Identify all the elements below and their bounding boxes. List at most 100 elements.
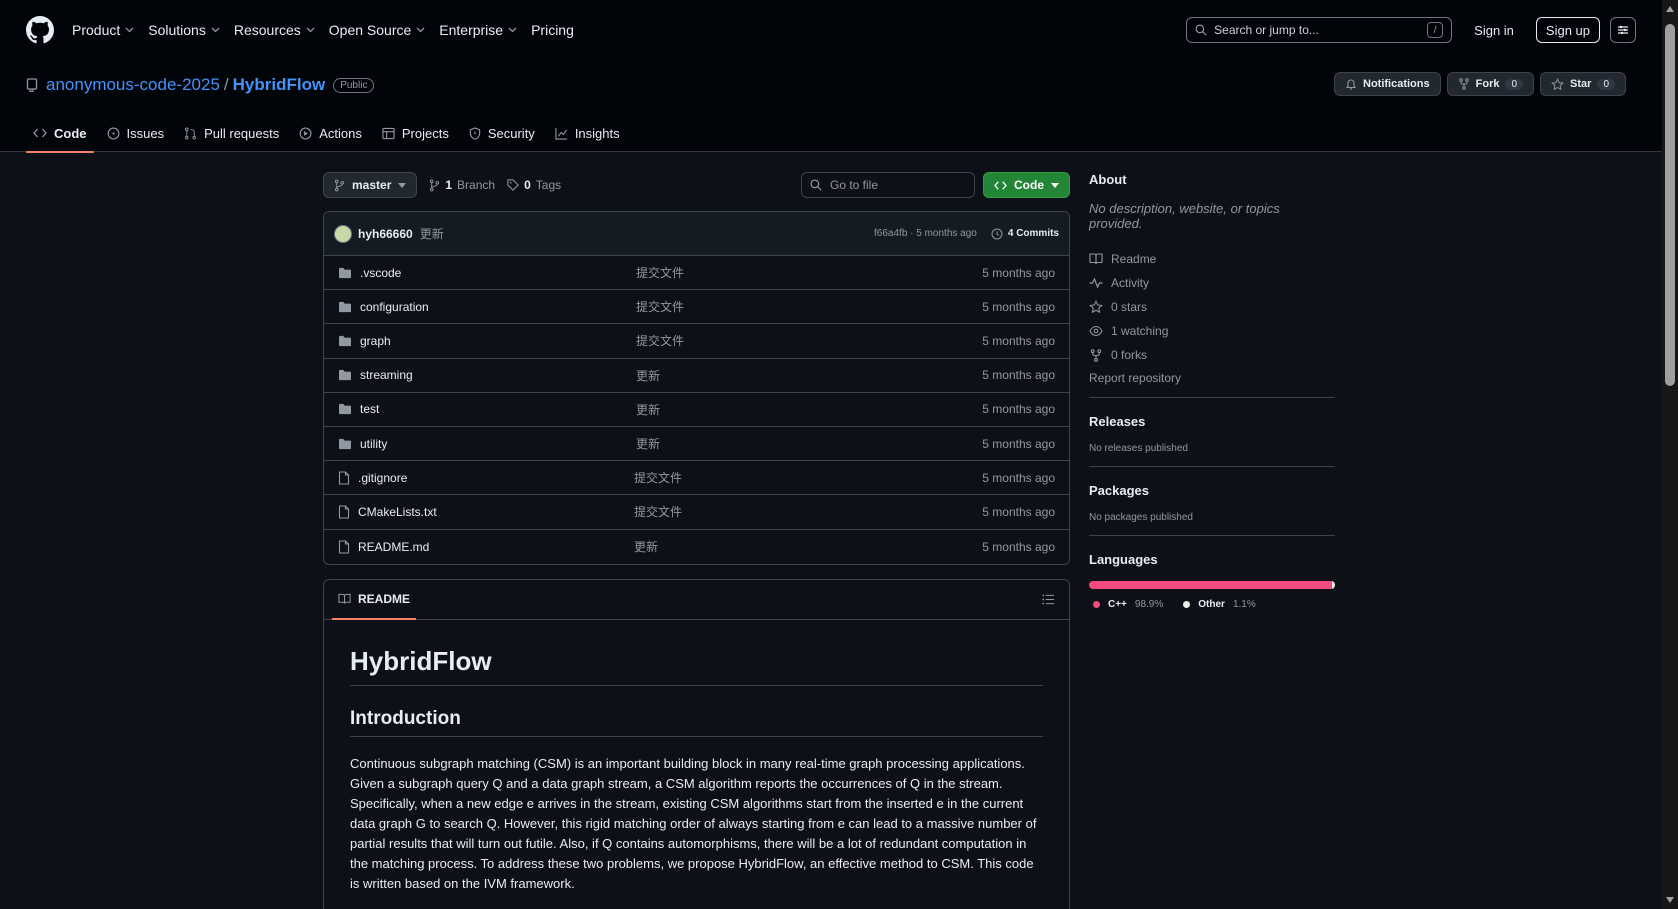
shield-icon (469, 126, 481, 140)
code-button[interactable]: Code (983, 172, 1070, 198)
file-row[interactable]: graph 提交文件 5 months ago (324, 324, 1069, 359)
branch-select[interactable]: master (323, 172, 418, 198)
file-commit-message[interactable]: 更新 (636, 401, 982, 418)
activity-link[interactable]: Activity (1089, 271, 1335, 295)
file-name-link[interactable]: CMakeLists.txt (358, 505, 634, 519)
caret-down-icon (398, 182, 407, 188)
repo-name-link[interactable]: HybridFlow (233, 75, 326, 95)
releases-heading[interactable]: Releases (1089, 414, 1335, 429)
file-commit-message[interactable]: 提交文件 (634, 503, 982, 520)
repo-owner-link[interactable]: anonymous-code-2025 (46, 75, 220, 95)
packages-heading[interactable]: Packages (1089, 483, 1335, 498)
file-row[interactable]: .gitignore 提交文件 5 months ago (324, 461, 1069, 496)
readme-tab[interactable]: README (332, 580, 417, 621)
chevron-down-icon (125, 27, 134, 33)
fork-button[interactable]: Fork 0 (1446, 72, 1535, 96)
file-name-link[interactable]: test (360, 402, 636, 416)
list-unordered-icon[interactable] (1042, 594, 1055, 605)
file-commit-time: 5 months ago (982, 504, 1055, 519)
file-row[interactable]: test 更新 5 months ago (324, 393, 1069, 427)
search-icon (810, 179, 822, 191)
scroll-down-arrow-icon[interactable] (1666, 897, 1674, 903)
repo-main: master 1 Branch 0 Tags Go to file Code h… (323, 172, 1070, 909)
nav-open-source[interactable]: Open Source (329, 22, 426, 38)
fork-count: 0 (1505, 78, 1524, 90)
tab-pull-requests[interactable]: Pull requests (177, 114, 286, 152)
repo-tabs: Code Issues Pull requests Actions Projec… (26, 114, 633, 153)
tab-code[interactable]: Code (26, 114, 94, 153)
chevron-down-icon (508, 27, 517, 33)
nav-solutions[interactable]: Solutions (148, 22, 220, 38)
nav-pricing[interactable]: Pricing (531, 22, 574, 38)
search-icon (1195, 24, 1207, 36)
forks-link[interactable]: 0 forks (1089, 343, 1335, 367)
file-commit-message[interactable]: 更新 (636, 435, 982, 452)
tab-issues[interactable]: Issues (100, 114, 172, 152)
tab-projects[interactable]: Projects (375, 114, 456, 152)
file-commit-message[interactable]: 提交文件 (636, 264, 982, 281)
commit-author[interactable]: hyh66660 (358, 227, 413, 241)
header-actions: Search or jump to... / Sign in Sign up (1186, 17, 1636, 43)
sign-in-link[interactable]: Sign in (1474, 23, 1514, 38)
fork-icon (1090, 348, 1102, 362)
file-commit-message[interactable]: 提交文件 (634, 469, 982, 486)
language-cpp[interactable]: C++ 98.9% (1093, 599, 1163, 610)
notifications-button[interactable]: Notifications (1334, 72, 1441, 96)
commit-message[interactable]: 更新 (420, 225, 444, 242)
file-name-link[interactable]: .vscode (360, 266, 636, 280)
scrollbar-thumb[interactable] (1665, 24, 1675, 386)
readme-paragraph: Continuous subgraph matching (CSM) is an… (350, 755, 1037, 891)
file-row[interactable]: configuration 提交文件 5 months ago (324, 290, 1069, 325)
nav-product[interactable]: Product (72, 22, 134, 38)
language-other[interactable]: Other 1.1% (1183, 599, 1256, 610)
commits-link[interactable]: 4 Commits (991, 228, 1059, 240)
global-header: Product Solutions Resources Open Source … (0, 0, 1662, 60)
watching-link[interactable]: 1 watching (1089, 319, 1335, 343)
star-button[interactable]: Star 0 (1540, 72, 1626, 96)
issue-icon (107, 127, 119, 139)
file-name-link[interactable]: utility (360, 437, 636, 451)
readme-body: HybridFlow Introduction Continuous subgr… (324, 646, 1069, 894)
file-name-link[interactable]: README.md (358, 540, 634, 554)
file-name-link[interactable]: streaming (360, 368, 636, 382)
branches-link[interactable]: 1 Branch (429, 178, 495, 192)
page-scrollbar[interactable] (1662, 0, 1678, 909)
stars-link[interactable]: 0 stars (1089, 295, 1335, 319)
file-name-link[interactable]: .gitignore (358, 471, 634, 485)
file-toolbar: master 1 Branch 0 Tags Go to file Code (323, 172, 1070, 198)
readme-link[interactable]: Readme (1089, 247, 1335, 271)
file-commit-message[interactable]: 提交文件 (636, 332, 982, 349)
avatar[interactable] (334, 224, 352, 243)
file-name-link[interactable]: configuration (360, 300, 636, 314)
folder-icon (339, 438, 351, 449)
file-row[interactable]: streaming 更新 5 months ago (324, 359, 1069, 393)
report-repository-link[interactable]: Report repository (1089, 371, 1335, 385)
commit-hash-time[interactable]: f66a4fb · 5 months ago (874, 228, 977, 239)
caret-down-icon (1051, 182, 1059, 188)
menu-button[interactable] (1610, 17, 1636, 43)
file-commit-message[interactable]: 更新 (634, 538, 982, 555)
chevron-down-icon (416, 27, 425, 33)
readme-panel: README HybridFlow Introduction Continuou… (323, 578, 1070, 909)
github-logo-icon[interactable] (26, 16, 54, 44)
file-row[interactable]: utility 更新 5 months ago (324, 427, 1069, 462)
search-input[interactable]: Search or jump to... / (1186, 17, 1453, 43)
tab-actions[interactable]: Actions (292, 114, 369, 152)
go-to-file-input[interactable]: Go to file (801, 172, 975, 198)
scroll-up-arrow-icon[interactable] (1666, 6, 1674, 12)
file-row[interactable]: CMakeLists.txt 提交文件 5 months ago (324, 495, 1069, 530)
file-list: hyh66660 更新 f66a4fb · 5 months ago 4 Com… (323, 211, 1070, 565)
file-name-link[interactable]: graph (360, 334, 636, 348)
nav-resources[interactable]: Resources (234, 22, 315, 38)
file-row[interactable]: .vscode 提交文件 5 months ago (324, 256, 1069, 291)
file-commit-message[interactable]: 提交文件 (636, 298, 982, 315)
file-commit-message[interactable]: 更新 (636, 367, 982, 384)
nav-enterprise[interactable]: Enterprise (439, 22, 517, 38)
language-dot (1183, 601, 1191, 608)
tab-security[interactable]: Security (462, 114, 542, 152)
star-icon (1089, 300, 1103, 314)
sign-up-button[interactable]: Sign up (1535, 17, 1600, 43)
tab-insights[interactable]: Insights (548, 114, 627, 152)
tags-link[interactable]: 0 Tags (507, 178, 561, 192)
file-row[interactable]: README.md 更新 5 months ago (324, 530, 1069, 564)
